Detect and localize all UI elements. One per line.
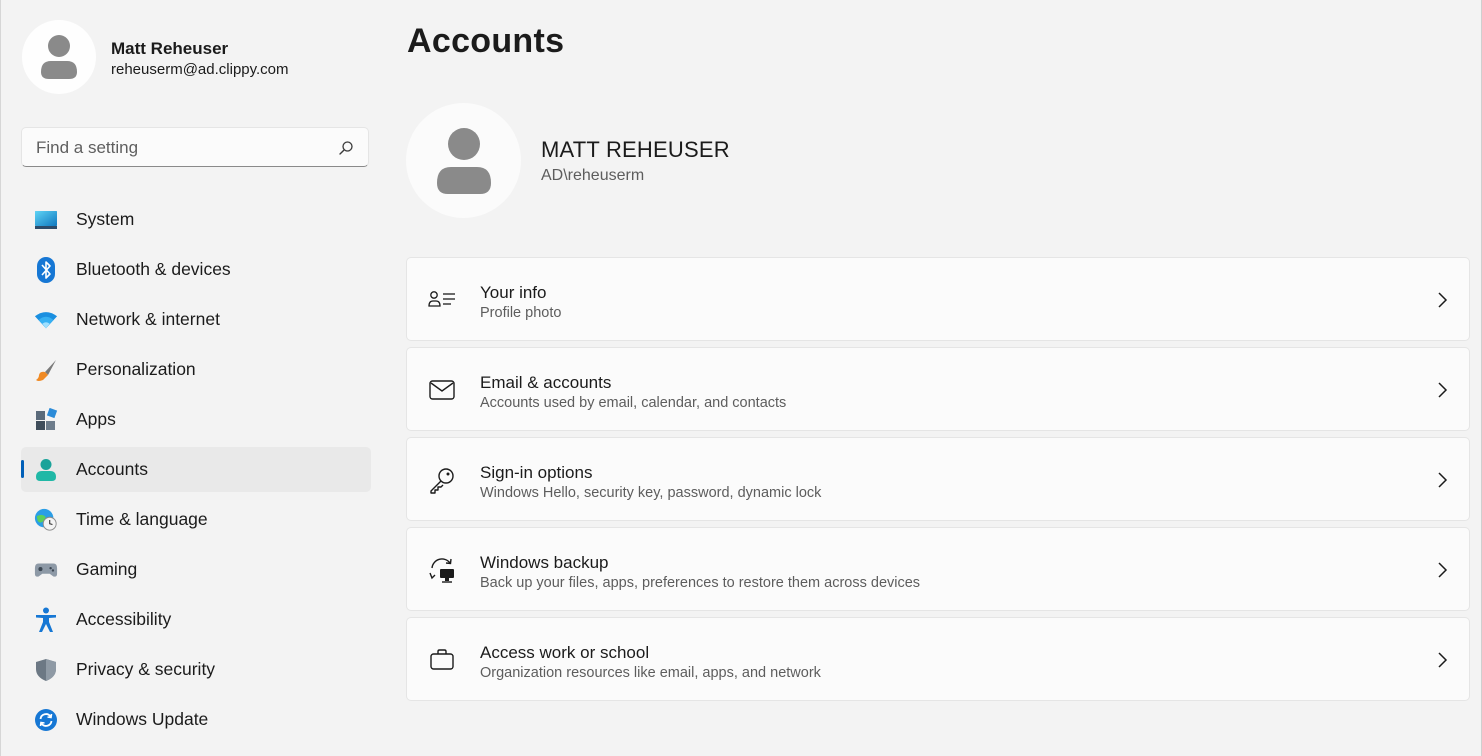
card-title: Access work or school — [480, 643, 650, 662]
profile-avatar — [406, 103, 521, 218]
apps-icon — [34, 408, 58, 432]
card-email-accounts[interactable]: Email & accounts Accounts used by email,… — [406, 347, 1470, 431]
card-description: Accounts used by email, calendar, and co… — [480, 395, 787, 411]
card-description: Back up your files, apps, preferences to… — [480, 575, 921, 591]
profile-account: AD\reheuserm — [541, 167, 645, 184]
sidebar-item-network[interactable]: Network & internet — [21, 297, 371, 342]
card-description: Organization resources like email, apps,… — [480, 665, 821, 681]
accessibility-icon — [34, 607, 58, 632]
card-your-info[interactable]: Your info Profile photo — [406, 257, 1470, 341]
person-icon — [41, 35, 77, 79]
sidebar-item-label: Time & language — [76, 509, 208, 529]
backup-icon — [428, 556, 456, 584]
globe-clock-icon — [34, 508, 58, 532]
wifi-icon — [34, 308, 58, 332]
sidebar-item-gaming[interactable]: Gaming — [21, 547, 371, 592]
accounts-icon — [34, 458, 58, 482]
user-avatar — [22, 20, 96, 94]
contact-card-icon — [428, 286, 456, 314]
user-email: reheuserm@ad.clippy.com — [111, 61, 289, 78]
sidebar-item-apps[interactable]: Apps — [21, 397, 371, 442]
sidebar-item-label: Personalization — [76, 359, 196, 379]
card-title: Windows backup — [480, 553, 609, 572]
sidebar-item-time-language[interactable]: Time & language — [21, 497, 371, 542]
sidebar-item-label: System — [76, 209, 135, 229]
mail-icon — [428, 376, 456, 404]
search-icon[interactable] — [338, 140, 354, 156]
sidebar-item-label: Network & internet — [76, 309, 220, 329]
system-icon — [34, 208, 58, 232]
sidebar-item-label: Accounts — [76, 459, 148, 479]
chevron-right-icon — [1438, 562, 1448, 578]
sidebar: Matt Reheuser reheuserm@ad.clippy.com Sy… — [0, 0, 392, 756]
chevron-right-icon — [1438, 382, 1448, 398]
card-title: Your info — [480, 283, 547, 302]
gamepad-icon — [34, 558, 58, 582]
user-card[interactable]: Matt Reheuser reheuserm@ad.clippy.com — [22, 20, 382, 96]
card-title: Email & accounts — [480, 373, 612, 392]
sidebar-item-label: Bluetooth & devices — [76, 259, 231, 279]
search-box[interactable] — [21, 127, 369, 168]
sidebar-item-bluetooth[interactable]: Bluetooth & devices — [21, 247, 371, 292]
search-input[interactable] — [34, 128, 338, 168]
page-title: Accounts — [407, 22, 565, 60]
chevron-right-icon — [1438, 652, 1448, 668]
chevron-right-icon — [1438, 472, 1448, 488]
card-title: Sign-in options — [480, 463, 593, 482]
nav-list: System Bluetooth & devices Network & int… — [21, 197, 371, 747]
sidebar-item-label: Gaming — [76, 559, 138, 579]
card-windows-backup[interactable]: Windows backup Back up your files, apps,… — [406, 527, 1470, 611]
settings-cards: Your info Profile photo Email & accounts… — [406, 257, 1470, 707]
sidebar-item-label: Privacy & security — [76, 659, 216, 679]
card-access-work-school[interactable]: Access work or school Organization resou… — [406, 617, 1470, 701]
sidebar-item-personalization[interactable]: Personalization — [21, 347, 371, 392]
user-name: Matt Reheuser — [111, 39, 229, 58]
card-sign-in-options[interactable]: Sign-in options Windows Hello, security … — [406, 437, 1470, 521]
paintbrush-icon — [34, 358, 58, 382]
card-description: Profile photo — [480, 305, 562, 321]
shield-icon — [34, 658, 58, 682]
sidebar-item-windows-update[interactable]: Windows Update — [21, 697, 371, 742]
profile-name: MATT REHEUSER — [541, 137, 730, 162]
bluetooth-icon — [34, 257, 58, 283]
sidebar-item-label: Windows Update — [76, 709, 209, 729]
chevron-right-icon — [1438, 292, 1448, 308]
sidebar-item-accessibility[interactable]: Accessibility — [21, 597, 371, 642]
key-icon — [428, 466, 456, 494]
briefcase-icon — [428, 646, 456, 674]
sidebar-item-accounts[interactable]: Accounts — [21, 447, 371, 492]
person-icon — [436, 127, 491, 194]
update-icon — [34, 708, 58, 732]
sidebar-item-label: Accessibility — [76, 609, 172, 629]
sidebar-item-label: Apps — [76, 409, 116, 429]
sidebar-item-privacy-security[interactable]: Privacy & security — [21, 647, 371, 692]
card-description: Windows Hello, security key, password, d… — [480, 485, 822, 501]
sidebar-item-system[interactable]: System — [21, 197, 371, 242]
